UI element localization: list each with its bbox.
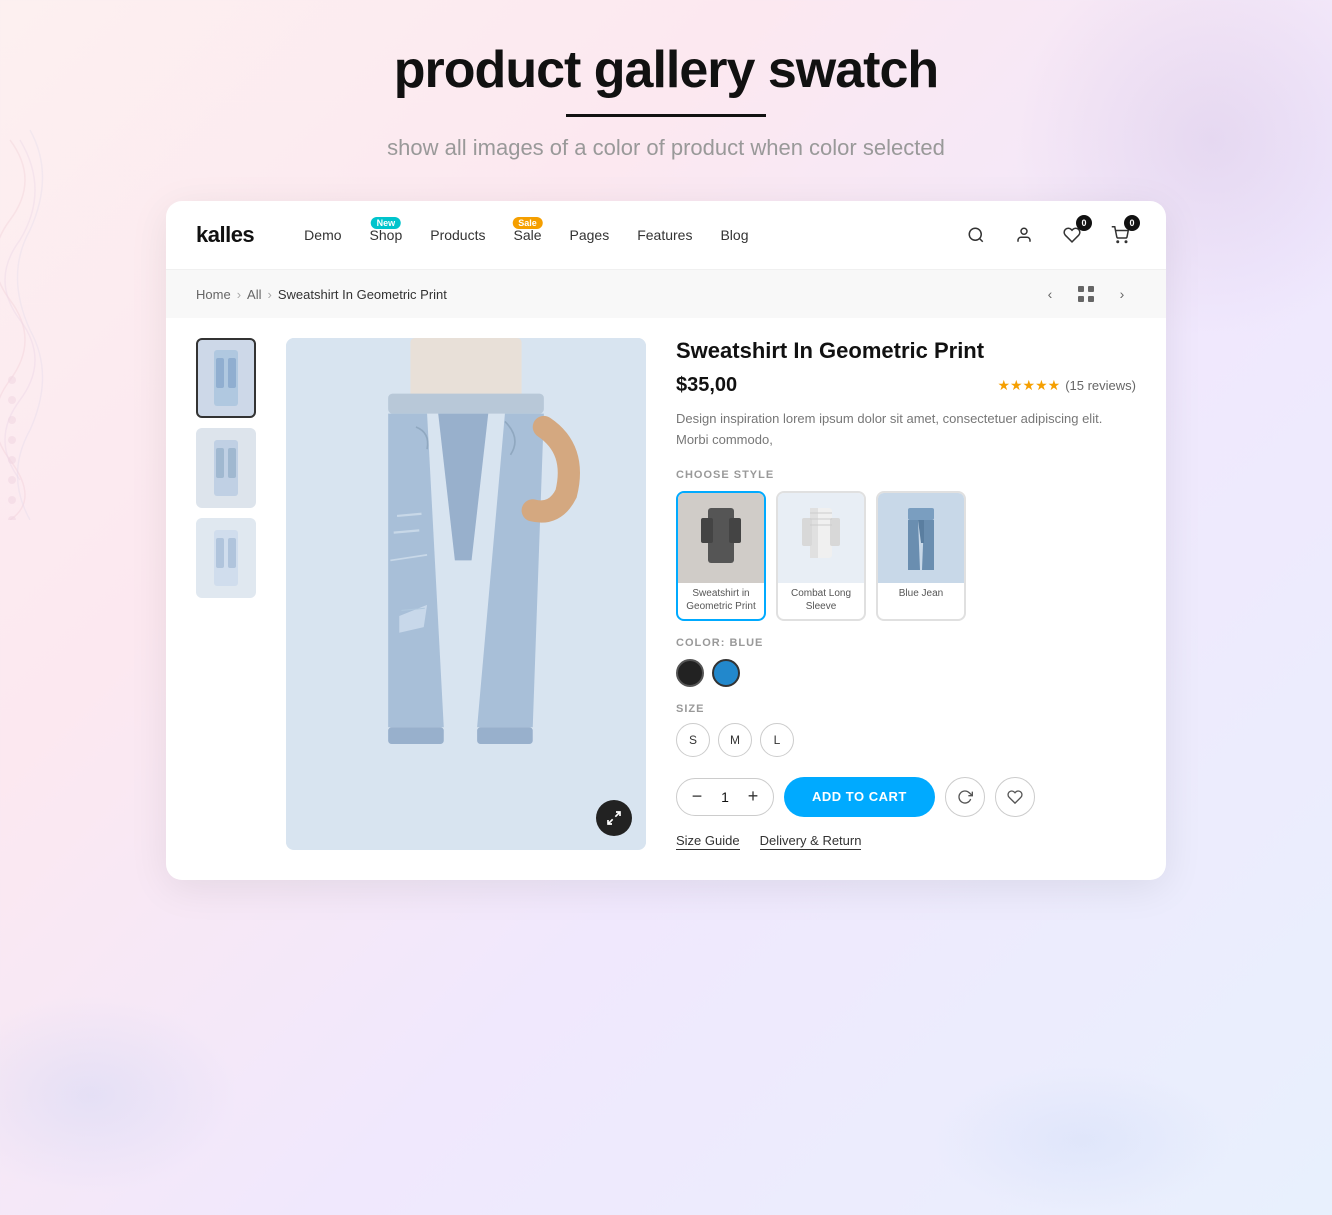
breadcrumb-bar: Home › All › Sweatshirt In Geometric Pri… (166, 270, 1166, 318)
style-label-bluejean: Blue Jean (878, 583, 964, 606)
product-info: Sweatshirt In Geometric Print $35,00 ★★★… (676, 338, 1136, 850)
delivery-return-link[interactable]: Delivery & Return (760, 833, 862, 850)
style-icon-sweatshirt (696, 503, 746, 573)
breadcrumb-current: Sweatshirt In Geometric Print (278, 287, 447, 302)
expand-icon (606, 810, 622, 826)
qty-decrease-btn[interactable]: − (683, 779, 711, 815)
breadcrumb-grid-icon[interactable] (1072, 280, 1100, 308)
style-img-bluejean (878, 493, 964, 583)
thumbnail-2[interactable] (196, 428, 256, 508)
product-footer-links: Size Guide Delivery & Return (676, 833, 1136, 850)
style-img-sweatshirt (678, 493, 764, 583)
size-options: S M L (676, 723, 1136, 757)
wishlist-icon-btn[interactable]: 0 (1056, 219, 1088, 251)
user-icon-btn[interactable] (1008, 219, 1040, 251)
nav-badge-sale: Sale (512, 217, 543, 229)
thumbnail-3[interactable] (196, 518, 256, 598)
product-price: $35,00 (676, 374, 737, 397)
product-rating: ★★★★★ (15 reviews) (997, 377, 1136, 394)
thumb-img-2 (206, 438, 246, 498)
qty-increase-btn[interactable]: + (739, 779, 767, 815)
wishlist-btn[interactable] (995, 777, 1035, 817)
review-count: (15 reviews) (1065, 378, 1136, 393)
nav-products[interactable]: Products (430, 227, 485, 243)
breadcrumb-navigation: ‹ › (1036, 280, 1136, 308)
user-icon (1015, 226, 1033, 244)
choose-style-label: CHOOSE STYLE (676, 469, 1136, 481)
breadcrumb-sep-2: › (267, 287, 271, 302)
style-label-sweatshirt: Sweatshirt inGeometric Print (678, 583, 764, 619)
product-price-row: $35,00 ★★★★★ (15 reviews) (676, 374, 1136, 397)
nav-sale[interactable]: Sale Sale (513, 227, 541, 243)
style-options: Sweatshirt inGeometric Print Comba (676, 491, 1136, 621)
quantity-control: − 1 + (676, 778, 774, 816)
color-label: COLOR: BLUE (676, 637, 763, 649)
heart-btn-icon (1007, 789, 1023, 805)
cart-icon-btn[interactable]: 0 (1104, 219, 1136, 251)
style-icon-bluejean (896, 503, 946, 573)
style-option-sweatshirt[interactable]: Sweatshirt inGeometric Print (676, 491, 766, 621)
size-section-label: SIZE (676, 703, 1136, 715)
cart-count: 0 (1124, 215, 1140, 231)
breadcrumb-next-btn[interactable]: › (1108, 280, 1136, 308)
page-header: product gallery swatch show all images o… (387, 40, 945, 161)
left-decoration (0, 120, 80, 520)
thumbnail-sidebar (196, 338, 256, 850)
brand-logo: kalles (196, 222, 254, 248)
product-main-image (286, 338, 646, 850)
breadcrumb-sep-1: › (237, 287, 241, 302)
breadcrumb-home[interactable]: Home (196, 287, 231, 302)
expand-image-btn[interactable] (596, 800, 632, 836)
grid-icon (1078, 286, 1094, 302)
quantity-value: 1 (711, 789, 739, 805)
product-name: Sweatshirt In Geometric Print (676, 338, 1136, 364)
nav-shop[interactable]: New Shop (370, 227, 403, 243)
rating-stars: ★★★★★ (997, 377, 1060, 394)
style-icon-combat (796, 503, 846, 573)
refresh-icon (957, 789, 973, 805)
refresh-btn[interactable] (945, 777, 985, 817)
search-icon (967, 226, 985, 244)
nav-icons: 0 0 (960, 219, 1136, 251)
add-to-cart-btn[interactable]: ADD TO CART (784, 777, 935, 817)
search-icon-btn[interactable] (960, 219, 992, 251)
title-underline (566, 114, 766, 117)
nav-badge-new: New (371, 217, 402, 229)
page-title: product gallery swatch (387, 40, 945, 100)
wishlist-count: 0 (1076, 215, 1092, 231)
thumb-img-1 (206, 348, 246, 408)
shop-card: kalles Demo New Shop Products Sale Sale … (166, 201, 1166, 880)
style-option-bluejean[interactable]: Blue Jean (876, 491, 966, 621)
style-img-combat (778, 493, 864, 583)
style-label-combat: Combat Long Sleeve (778, 583, 864, 619)
breadcrumb-prev-btn[interactable]: ‹ (1036, 280, 1064, 308)
product-image-container (286, 338, 646, 850)
color-section-label: COLOR: BLUE (676, 637, 1136, 649)
bottom-decoration (932, 1065, 1232, 1215)
color-swatch-black[interactable] (676, 659, 704, 687)
product-area: Sweatshirt In Geometric Print $35,00 ★★★… (166, 318, 1166, 880)
page-subtitle: show all images of a color of product wh… (387, 135, 945, 161)
size-m[interactable]: M (718, 723, 752, 757)
nav-features[interactable]: Features (637, 227, 692, 243)
size-l[interactable]: L (760, 723, 794, 757)
cart-row: − 1 + ADD TO CART (676, 777, 1136, 817)
nav-links: Demo New Shop Products Sale Sale Pages F… (304, 227, 960, 243)
nav-pages[interactable]: Pages (570, 227, 610, 243)
color-swatch-blue[interactable] (712, 659, 740, 687)
color-options (676, 659, 1136, 687)
style-option-combat[interactable]: Combat Long Sleeve (776, 491, 866, 621)
thumbnail-1[interactable] (196, 338, 256, 418)
size-guide-link[interactable]: Size Guide (676, 833, 740, 850)
nav-blog[interactable]: Blog (720, 227, 748, 243)
nav-demo[interactable]: Demo (304, 227, 341, 243)
breadcrumb-all[interactable]: All (247, 287, 261, 302)
size-s[interactable]: S (676, 723, 710, 757)
product-description: Design inspiration lorem ipsum dolor sit… (676, 409, 1136, 451)
thumb-img-3 (206, 528, 246, 588)
breadcrumb: Home › All › Sweatshirt In Geometric Pri… (196, 287, 447, 302)
navbar: kalles Demo New Shop Products Sale Sale … (166, 201, 1166, 270)
